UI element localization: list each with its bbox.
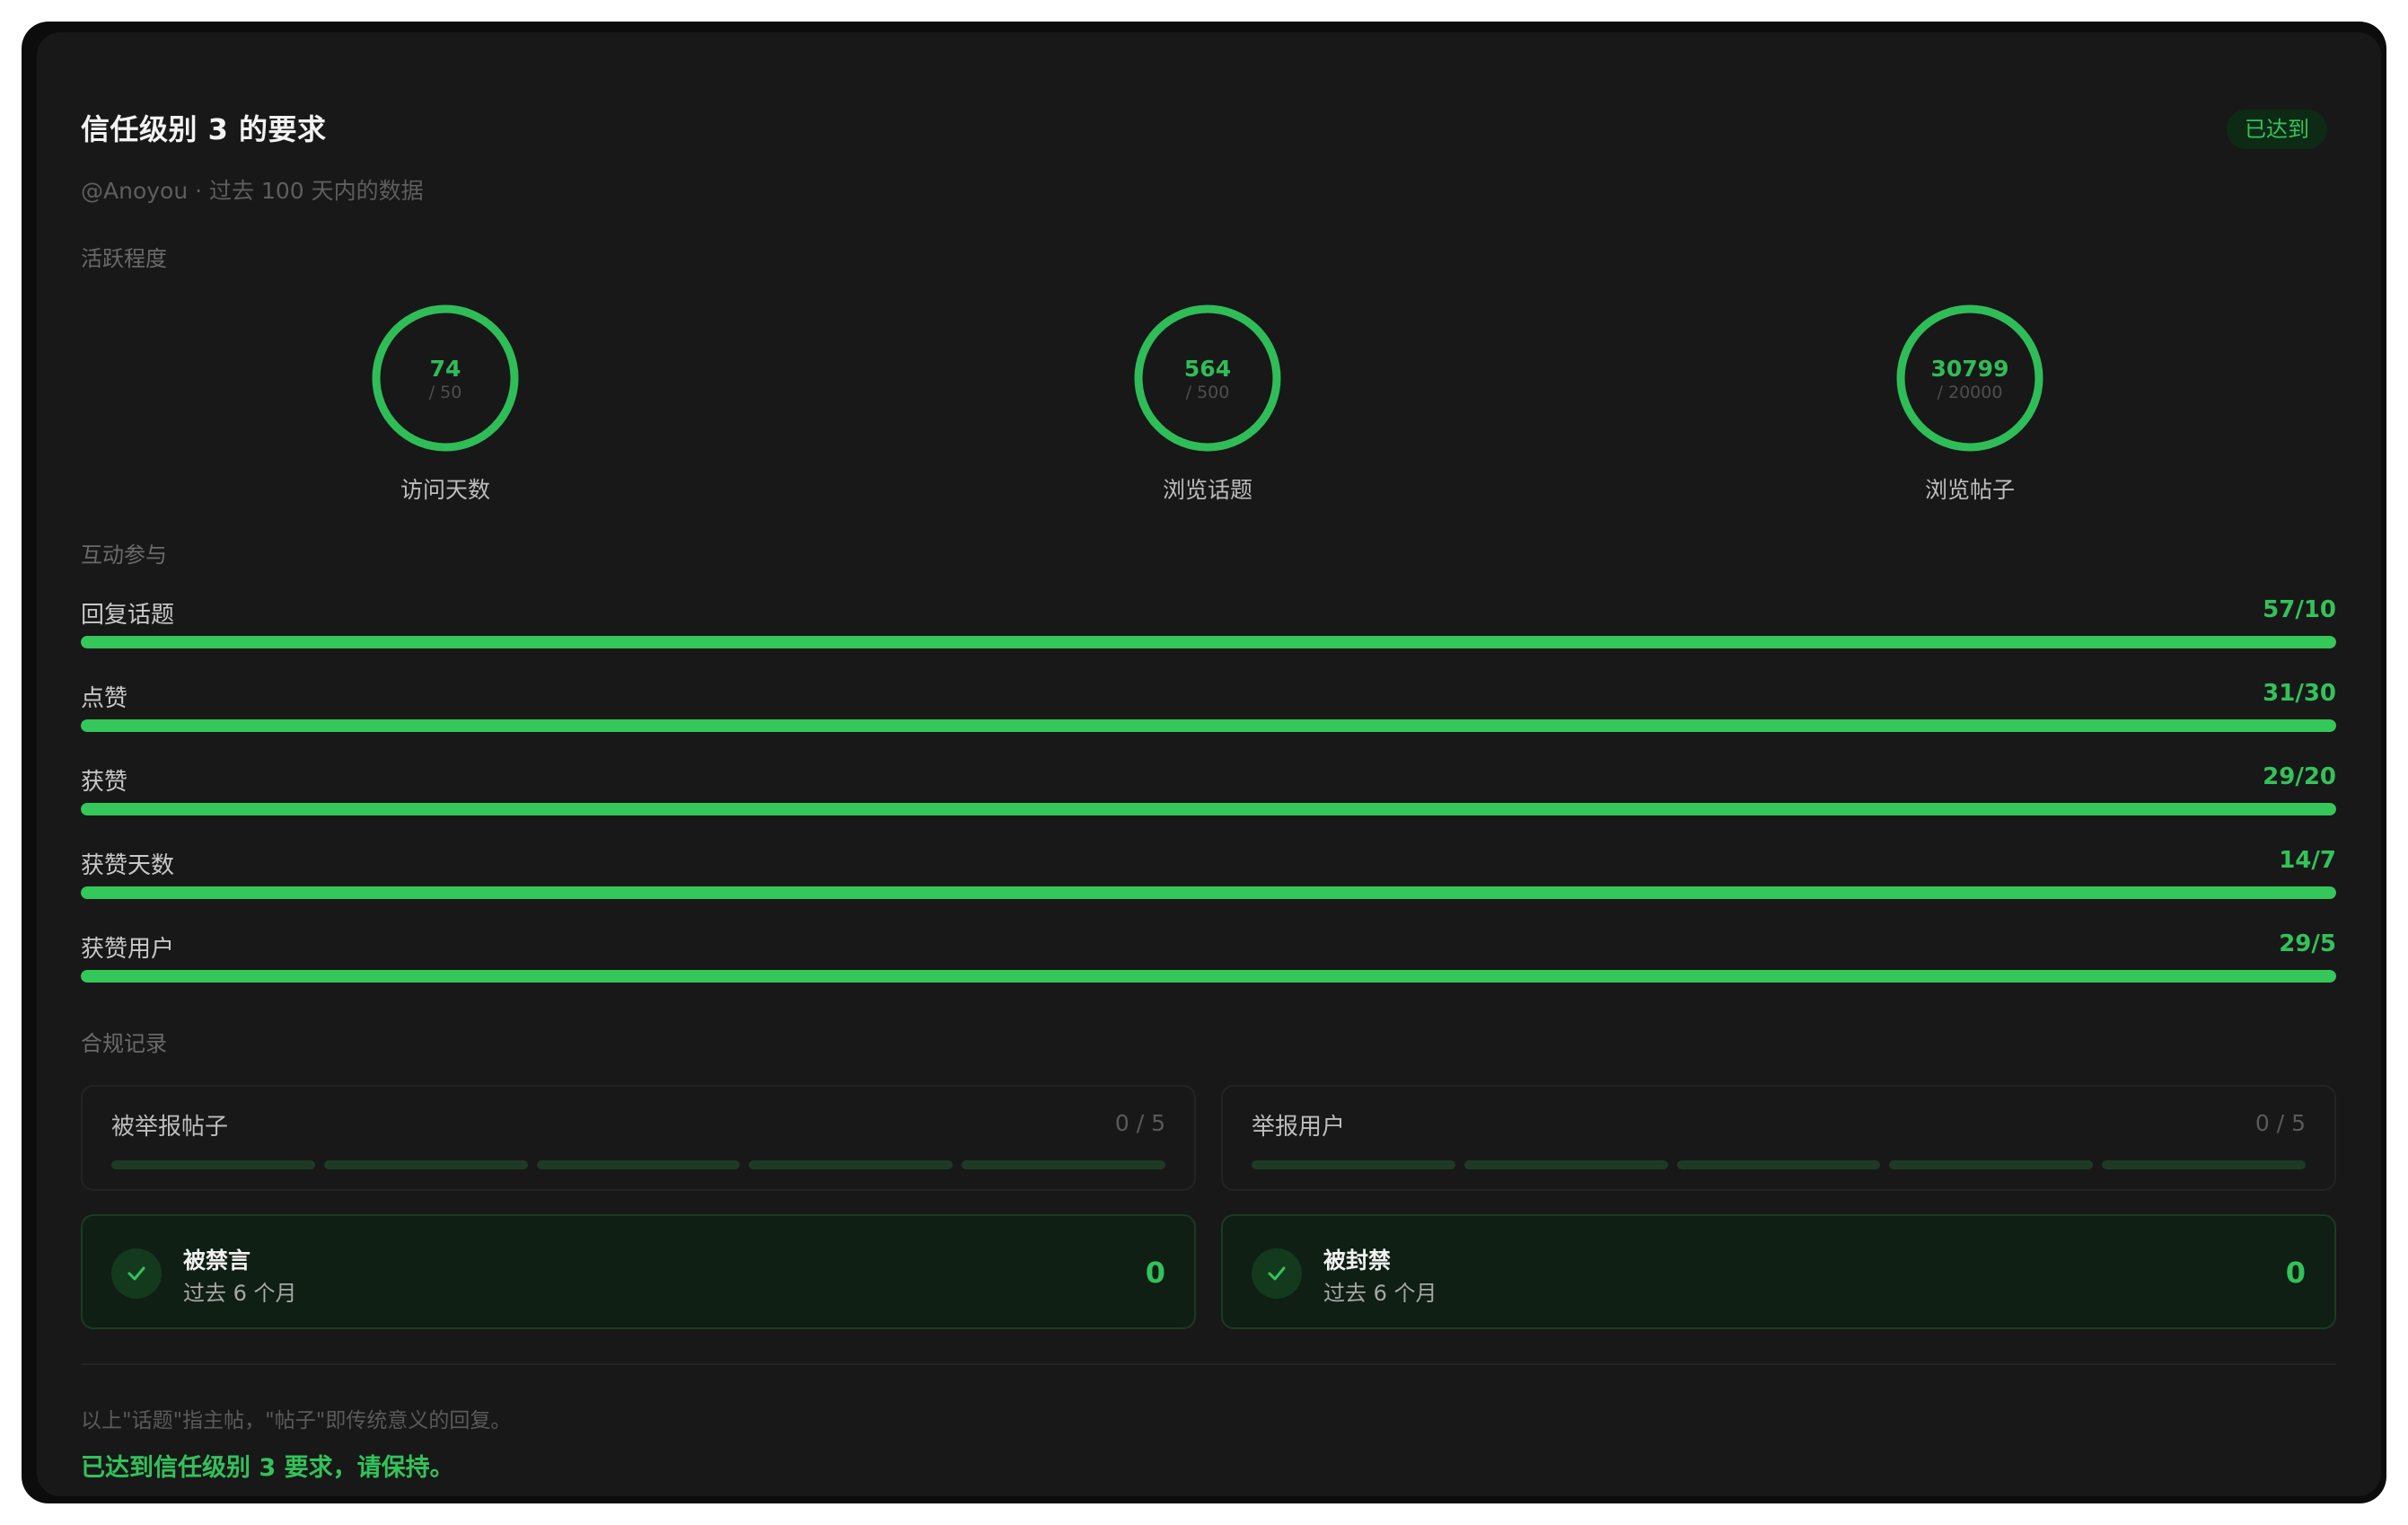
progress-row-likes-received: 获赞 29/20 — [81, 763, 2336, 817]
progress-value: 29/5 — [2279, 930, 2336, 957]
segment — [1889, 1160, 2094, 1169]
segment — [749, 1160, 954, 1169]
progress-fill — [81, 886, 2336, 899]
progress-row-likes-given: 点赞 31/30 — [81, 680, 2336, 734]
progress-fill — [81, 636, 2336, 648]
app-window: 信任级别 3 的要求 已达到 @Anoyou · 过去 100 天内的数据 活跃… — [22, 22, 2386, 1503]
progress-fill — [81, 970, 2336, 983]
reported-posts-box: 被举报帖子 0 / 5 — [81, 1085, 1196, 1191]
suspended-box: 被封禁 过去 6 个月 0 — [1221, 1214, 2336, 1329]
progress-value: 57/10 — [2263, 596, 2336, 623]
progress-row-like-users: 获赞用户 29/5 — [81, 930, 2336, 984]
progress-track — [81, 636, 2336, 648]
footnote: 以上"话题"指主帖，"帖子"即传统意义的回复。 — [81, 1409, 512, 1432]
page-subtitle: @Anoyou · 过去 100 天内的数据 — [81, 178, 424, 204]
progress-fill — [81, 719, 2336, 732]
ring-label: 访问天数 — [400, 477, 490, 503]
silenced-box: 被禁言 过去 6 个月 0 — [81, 1214, 1196, 1329]
ring-value: 74 — [429, 356, 461, 382]
divider — [81, 1363, 2336, 1365]
ring-topics-viewed: 564 / 500 浏览话题 — [1131, 302, 1284, 503]
segment-bar — [111, 1160, 1165, 1169]
ban-count: 0 — [2285, 1256, 2306, 1290]
trust-level-card: 信任级别 3 的要求 已达到 @Anoyou · 过去 100 天内的数据 活跃… — [37, 32, 2381, 1496]
progress-row-replies: 回复话题 57/10 — [81, 596, 2336, 650]
page-title: 信任级别 3 的要求 — [81, 112, 327, 146]
progress-track — [81, 886, 2336, 899]
compliance-count: 0 / 5 — [2254, 1110, 2306, 1136]
progress-fill — [81, 803, 2336, 815]
compliance-title: 举报用户 — [1252, 1114, 1346, 1141]
ring-visit-days: 74 / 50 访问天数 — [369, 302, 522, 503]
check-icon — [111, 1248, 162, 1299]
reported-users-box: 举报用户 0 / 5 — [1221, 1085, 2336, 1191]
ban-subtitle: 过去 6 个月 — [183, 1281, 297, 1306]
ring-value: 564 — [1183, 356, 1232, 382]
ban-subtitle: 过去 6 个月 — [1323, 1281, 1437, 1306]
progress-label: 获赞用户 — [81, 936, 175, 963]
ban-count: 0 — [1145, 1256, 1165, 1290]
segment — [323, 1160, 528, 1169]
ring-label: 浏览话题 — [1162, 477, 1252, 503]
section-label-activity: 活跃程度 — [81, 246, 167, 271]
segment — [962, 1160, 1165, 1169]
segment — [1252, 1160, 1455, 1169]
progress-label: 获赞 — [81, 769, 128, 796]
progress-track — [81, 719, 2336, 732]
ban-title: 被禁言 — [183, 1247, 251, 1274]
section-label-engagement: 互动参与 — [81, 542, 167, 568]
ban-title: 被封禁 — [1323, 1247, 1392, 1274]
segment — [1676, 1160, 1881, 1169]
segment — [2102, 1160, 2306, 1169]
progress-row-like-days: 获赞天数 14/7 — [81, 847, 2336, 901]
segment — [1463, 1160, 1668, 1169]
progress-label: 点赞 — [81, 685, 128, 712]
progress-value: 14/7 — [2279, 847, 2336, 874]
progress-track — [81, 803, 2336, 815]
progress-track — [81, 970, 2336, 983]
progress-label: 回复话题 — [81, 602, 175, 629]
ring-target: / 500 — [1185, 383, 1230, 402]
progress-value: 31/30 — [2263, 680, 2336, 707]
progress-value: 29/20 — [2263, 763, 2336, 790]
segment — [111, 1160, 315, 1169]
ring-target: / 20000 — [1937, 383, 2003, 402]
progress-label: 获赞天数 — [81, 852, 175, 879]
status-badge: 已达到 — [2227, 110, 2327, 149]
compliance-count: 0 / 5 — [1114, 1110, 1165, 1136]
check-icon — [1252, 1248, 1302, 1299]
ring-posts-viewed: 30799 / 20000 浏览帖子 — [1894, 302, 2046, 503]
status-message: 已达到信任级别 3 要求，请保持。 — [81, 1454, 454, 1482]
compliance-title: 被举报帖子 — [111, 1114, 229, 1141]
ring-value: 30799 — [1930, 356, 2009, 382]
ring-label: 浏览帖子 — [1924, 477, 2015, 503]
ring-target: / 50 — [428, 383, 462, 402]
section-label-compliance: 合规记录 — [81, 1031, 167, 1056]
segment-bar — [1252, 1160, 2306, 1169]
segment — [536, 1160, 741, 1169]
